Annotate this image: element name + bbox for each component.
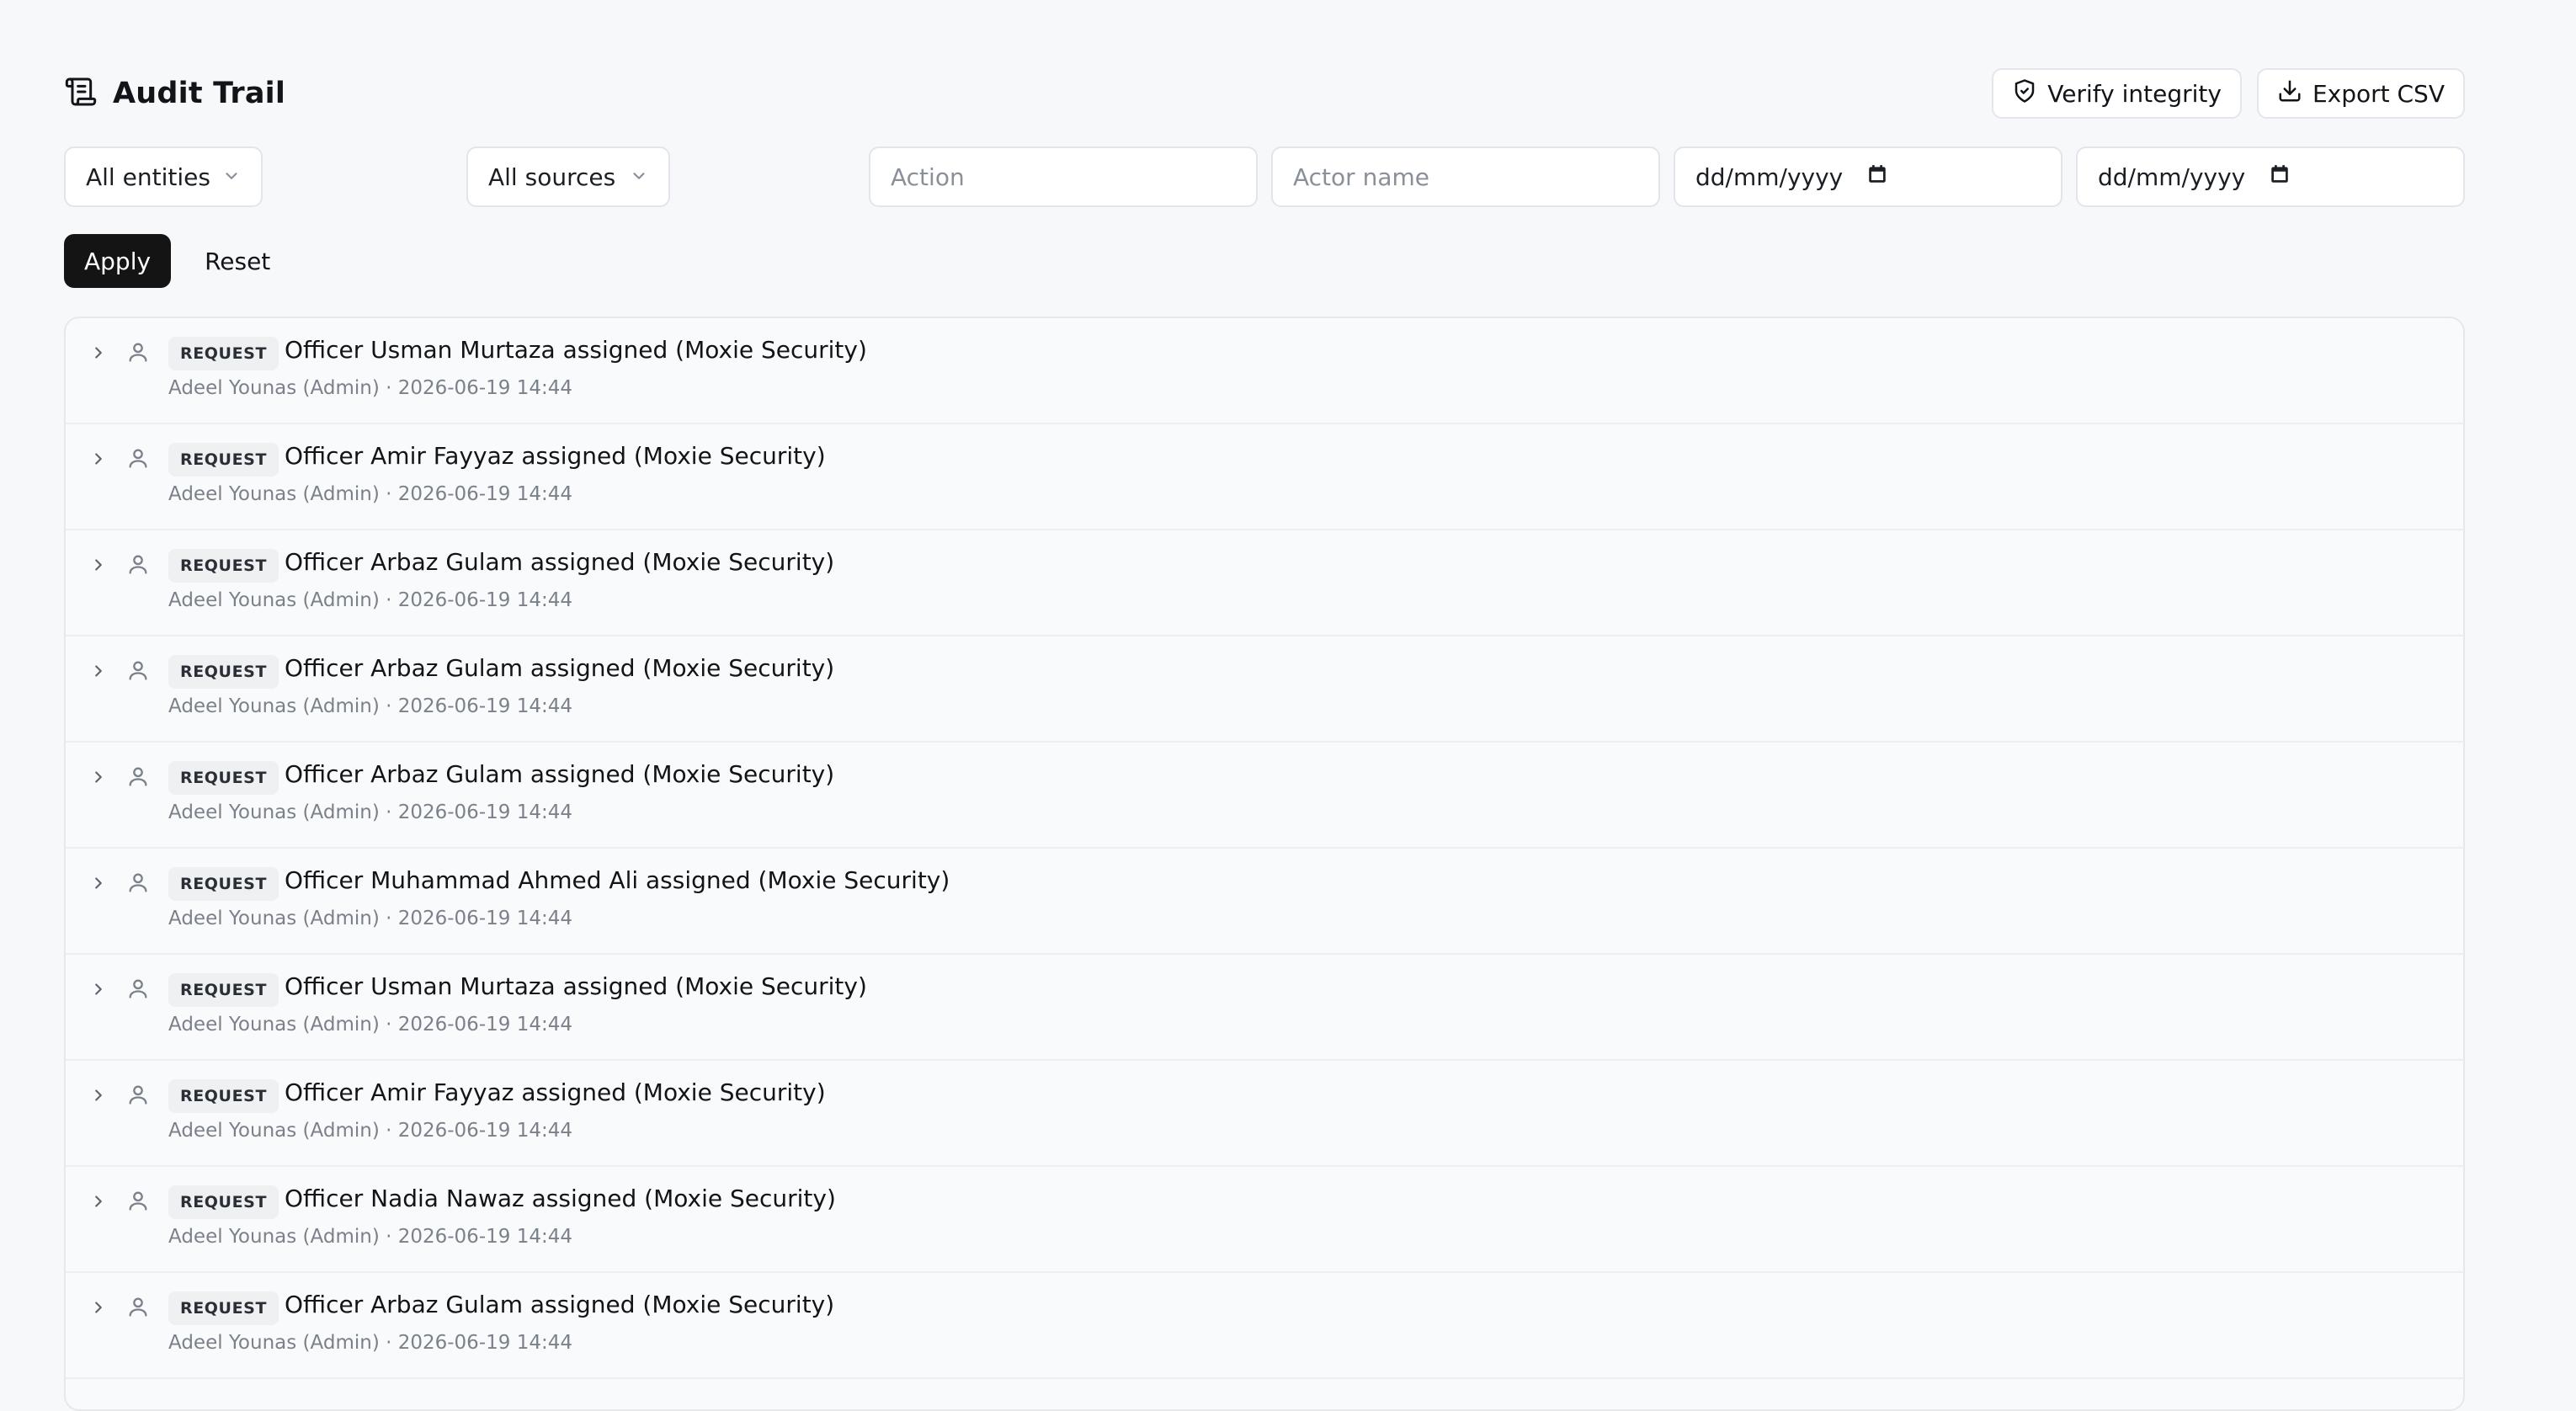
audit-list: REQUEST Officer Usman Murtaza assigned (M… xyxy=(64,317,2465,1411)
event-meta: Adeel Younas (Admin) · 2026-06-19 14:44 xyxy=(168,1332,572,1354)
audit-row[interactable]: REQUEST Officer Arbaz Gulam assigned (Mox… xyxy=(66,743,2463,849)
verify-integrity-button[interactable]: Verify integrity xyxy=(1992,68,2242,119)
user-icon xyxy=(126,1083,150,1106)
shield-check-icon xyxy=(2012,78,2037,109)
event-type-badge: REQUEST xyxy=(168,1079,279,1113)
event-type-badge: REQUEST xyxy=(168,1291,279,1325)
event-meta: Adeel Younas (Admin) · 2026-06-19 14:44 xyxy=(168,377,572,399)
user-icon xyxy=(126,446,150,470)
scroll-icon xyxy=(64,75,98,112)
date-from-input[interactable]: dd/mm/yyyy xyxy=(1674,146,2062,207)
verify-integrity-label: Verify integrity xyxy=(2047,79,2222,108)
audit-row[interactable]: REQUEST Officer Muhammad Ahmed Ali assign… xyxy=(66,849,2463,955)
audit-row[interactable]: REQUEST Officer Usman Murtaza assigned (M… xyxy=(66,955,2463,1061)
event-type-badge: REQUEST xyxy=(168,1185,279,1219)
download-icon xyxy=(2277,78,2302,109)
event-meta: Adeel Younas (Admin) · 2026-06-19 14:44 xyxy=(168,908,572,929)
date-from-value: dd/mm/yyyy xyxy=(1695,162,1844,191)
event-title: Officer Amir Fayyaz assigned (Moxie Secu… xyxy=(285,1078,826,1106)
event-meta: Adeel Younas (Admin) · 2026-06-19 14:44 xyxy=(168,695,572,717)
title-group: Audit Trail xyxy=(64,75,285,112)
event-meta: Adeel Younas (Admin) · 2026-06-19 14:44 xyxy=(168,1120,572,1142)
audit-trail-page: Audit Trail Verify integrity Export CSV xyxy=(64,64,2465,1411)
actor-name-input[interactable]: Actor name xyxy=(1271,146,1660,207)
event-title: Officer Muhammad Ahmed Ali assigned (Mox… xyxy=(285,866,950,894)
filter-actions: Apply Reset xyxy=(64,234,2465,288)
chevron-right-icon[interactable] xyxy=(89,768,108,786)
audit-row[interactable]: REQUEST Officer Amir Fayyaz assigned (Mox… xyxy=(66,424,2463,530)
chevron-down-icon xyxy=(630,163,648,191)
chevron-right-icon[interactable] xyxy=(89,1192,108,1211)
chevron-right-icon[interactable] xyxy=(89,450,108,468)
user-icon xyxy=(126,1189,150,1212)
action-placeholder: Action xyxy=(891,162,965,191)
event-type-badge: REQUEST xyxy=(168,443,279,477)
export-csv-label: Export CSV xyxy=(2312,79,2445,108)
user-icon xyxy=(126,871,150,894)
event-title: Officer Arbaz Gulam assigned (Moxie Secu… xyxy=(285,548,835,576)
chevron-right-icon[interactable] xyxy=(89,1086,108,1105)
user-icon xyxy=(126,764,150,788)
event-title: Officer Usman Murtaza assigned (Moxie Se… xyxy=(285,972,867,1000)
export-csv-button[interactable]: Export CSV xyxy=(2256,68,2465,119)
event-type-badge: REQUEST xyxy=(168,761,279,795)
chevron-right-icon[interactable] xyxy=(89,662,108,680)
event-title: Officer Usman Murtaza assigned (Moxie Se… xyxy=(285,336,867,364)
page-header: Audit Trail Verify integrity Export CSV xyxy=(64,64,2465,123)
sources-select[interactable]: All sources xyxy=(466,146,670,207)
date-to-input[interactable]: dd/mm/yyyy xyxy=(2076,146,2465,207)
page-title: Audit Trail xyxy=(113,77,286,110)
entities-select[interactable]: All entities xyxy=(64,146,263,207)
audit-row[interactable]: REQUEST Officer Amir Fayyaz assigned (Mox… xyxy=(66,1061,2463,1167)
chevron-right-icon[interactable] xyxy=(89,343,108,362)
entities-select-value: All entities xyxy=(86,162,210,191)
event-type-badge: REQUEST xyxy=(168,549,279,583)
header-actions: Verify integrity Export CSV xyxy=(1992,68,2465,119)
calendar-icon[interactable] xyxy=(1843,163,1888,191)
event-title: Officer Arbaz Gulam assigned (Moxie Secu… xyxy=(285,1291,835,1318)
chevron-right-icon[interactable] xyxy=(89,980,108,998)
apply-button[interactable]: Apply xyxy=(64,234,172,288)
chevron-down-icon xyxy=(222,163,241,191)
audit-row[interactable]: REQUEST Officer Arbaz Gulam assigned (Mox… xyxy=(66,636,2463,743)
chevron-right-icon[interactable] xyxy=(89,556,108,574)
calendar-icon[interactable] xyxy=(2245,163,2291,191)
sources-select-value: All sources xyxy=(488,162,616,191)
event-title: Officer Amir Fayyaz assigned (Moxie Secu… xyxy=(285,442,826,470)
event-meta: Adeel Younas (Admin) · 2026-06-19 14:44 xyxy=(168,1226,572,1248)
chevron-right-icon[interactable] xyxy=(89,874,108,892)
audit-row[interactable]: REQUEST Officer Usman Murtaza assigned (M… xyxy=(66,318,2463,424)
event-type-badge: REQUEST xyxy=(168,973,279,1007)
actor-name-placeholder: Actor name xyxy=(1293,162,1429,191)
date-to-value: dd/mm/yyyy xyxy=(2098,162,2246,191)
event-meta: Adeel Younas (Admin) · 2026-06-19 14:44 xyxy=(168,483,572,505)
user-icon xyxy=(126,552,150,576)
user-icon xyxy=(126,658,150,682)
event-title: Officer Arbaz Gulam assigned (Moxie Secu… xyxy=(285,654,835,682)
audit-row[interactable]: REQUEST Officer Arbaz Gulam assigned (Mox… xyxy=(66,1273,2463,1379)
user-icon xyxy=(126,340,150,364)
event-meta: Adeel Younas (Admin) · 2026-06-19 14:44 xyxy=(168,589,572,611)
audit-row[interactable]: REQUEST Officer Nadia Nawaz assigned (Mox… xyxy=(66,1167,2463,1273)
event-type-badge: REQUEST xyxy=(168,337,279,370)
filter-bar: All entities All sources Action Actor na… xyxy=(64,146,2465,209)
event-title: Officer Arbaz Gulam assigned (Moxie Secu… xyxy=(285,760,835,788)
event-title: Officer Nadia Nawaz assigned (Moxie Secu… xyxy=(285,1185,836,1212)
event-type-badge: REQUEST xyxy=(168,867,279,901)
user-icon xyxy=(126,977,150,1000)
chevron-right-icon[interactable] xyxy=(89,1298,108,1317)
user-icon xyxy=(126,1295,150,1318)
event-meta: Adeel Younas (Admin) · 2026-06-19 14:44 xyxy=(168,1014,572,1036)
action-input[interactable]: Action xyxy=(869,146,1258,207)
event-type-badge: REQUEST xyxy=(168,655,279,689)
reset-button[interactable]: Reset xyxy=(179,234,295,288)
event-meta: Adeel Younas (Admin) · 2026-06-19 14:44 xyxy=(168,801,572,823)
audit-row[interactable]: REQUEST Officer Arbaz Gulam assigned (Mox… xyxy=(66,530,2463,636)
